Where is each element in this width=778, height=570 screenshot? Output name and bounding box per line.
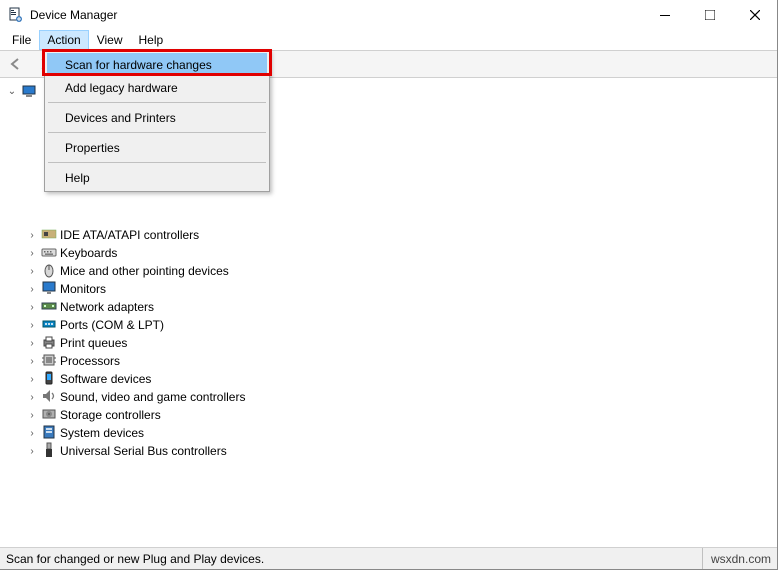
menu-view[interactable]: View bbox=[89, 30, 131, 50]
close-button[interactable] bbox=[732, 0, 777, 30]
tree-item-label: System devices bbox=[60, 426, 144, 440]
tree-item[interactable]: › Software devices bbox=[6, 370, 777, 388]
tree-item[interactable]: › Storage controllers bbox=[6, 406, 777, 424]
tree-item[interactable]: › Processors bbox=[6, 352, 777, 370]
menu-action[interactable]: Action bbox=[39, 30, 88, 50]
status-text: Scan for changed or new Plug and Play de… bbox=[6, 552, 264, 566]
collapse-icon[interactable]: ⌄ bbox=[6, 85, 18, 97]
tree-item-label: Sound, video and game controllers bbox=[60, 390, 245, 404]
expand-icon[interactable]: › bbox=[26, 445, 38, 457]
tree-item-label: Network adapters bbox=[60, 300, 154, 314]
usb-icon bbox=[41, 442, 57, 461]
menu-item[interactable]: Add legacy hardware bbox=[47, 76, 267, 99]
tree-item[interactable]: › Keyboards bbox=[6, 244, 777, 262]
expand-icon[interactable]: › bbox=[26, 229, 38, 241]
menu-help[interactable]: Help bbox=[131, 30, 172, 50]
port-icon bbox=[41, 316, 57, 335]
tree-item-label: Monitors bbox=[60, 282, 106, 296]
system-icon bbox=[41, 424, 57, 443]
tree-item[interactable]: › Mice and other pointing devices bbox=[6, 262, 777, 280]
menu-item[interactable]: Help bbox=[47, 166, 267, 189]
back-button[interactable] bbox=[4, 52, 28, 76]
expand-icon[interactable]: › bbox=[26, 301, 38, 313]
expand-icon[interactable]: › bbox=[26, 265, 38, 277]
tree-item[interactable]: › Print queues bbox=[6, 334, 777, 352]
expand-icon[interactable]: › bbox=[26, 319, 38, 331]
tree-item-label: Universal Serial Bus controllers bbox=[60, 444, 227, 458]
expand-icon[interactable]: › bbox=[26, 337, 38, 349]
printer-icon bbox=[41, 334, 57, 353]
menu-item[interactable]: Scan for hardware changes bbox=[47, 53, 267, 76]
tree-item-label: Print queues bbox=[60, 336, 127, 350]
tree-item-label: Ports (COM & LPT) bbox=[60, 318, 164, 332]
expand-icon[interactable]: › bbox=[26, 427, 38, 439]
status-bar: Scan for changed or new Plug and Play de… bbox=[0, 547, 777, 569]
storage-icon bbox=[41, 406, 57, 425]
tree-item-label: Processors bbox=[60, 354, 120, 368]
tree-item[interactable]: › Monitors bbox=[6, 280, 777, 298]
mouse-icon bbox=[41, 262, 57, 281]
tree-item[interactable]: › IDE ATA/ATAPI controllers bbox=[6, 226, 777, 244]
tree-item-label: Software devices bbox=[60, 372, 151, 386]
expand-icon[interactable]: › bbox=[26, 409, 38, 421]
network-icon bbox=[41, 298, 57, 317]
expand-icon[interactable]: › bbox=[26, 391, 38, 403]
menu-item[interactable]: Devices and Printers bbox=[47, 106, 267, 129]
minimize-button[interactable] bbox=[642, 0, 687, 30]
maximize-button[interactable] bbox=[687, 0, 732, 30]
tree-item-label: Mice and other pointing devices bbox=[60, 264, 229, 278]
tree-item-label: Keyboards bbox=[60, 246, 117, 260]
tree-item[interactable]: › Sound, video and game controllers bbox=[6, 388, 777, 406]
software-icon bbox=[41, 370, 57, 389]
menu-item[interactable]: Properties bbox=[47, 136, 267, 159]
status-right: wsxdn.com bbox=[702, 548, 771, 569]
expand-icon[interactable]: › bbox=[26, 247, 38, 259]
title-bar: Device Manager bbox=[0, 0, 777, 30]
keyboard-icon bbox=[41, 244, 57, 263]
cpu-icon bbox=[41, 352, 57, 371]
window-title: Device Manager bbox=[30, 8, 642, 22]
menu-separator bbox=[48, 162, 266, 163]
app-icon bbox=[8, 7, 24, 23]
expand-icon[interactable]: › bbox=[26, 373, 38, 385]
sound-icon bbox=[41, 388, 57, 407]
menu-separator bbox=[48, 102, 266, 103]
tree-item[interactable]: › System devices bbox=[6, 424, 777, 442]
menu-file[interactable]: File bbox=[4, 30, 39, 50]
tree-item[interactable]: › Network adapters bbox=[6, 298, 777, 316]
tree-item[interactable]: › Ports (COM & LPT) bbox=[6, 316, 777, 334]
ide-icon bbox=[41, 226, 57, 245]
tree-item-label: IDE ATA/ATAPI controllers bbox=[60, 228, 199, 242]
tree-item-label: Storage controllers bbox=[60, 408, 161, 422]
tree-item[interactable]: › Universal Serial Bus controllers bbox=[6, 442, 777, 460]
expand-icon[interactable]: › bbox=[26, 283, 38, 295]
expand-icon[interactable]: › bbox=[26, 355, 38, 367]
menu-bar: File Action View Help bbox=[0, 30, 777, 50]
action-menu: Scan for hardware changesAdd legacy hard… bbox=[44, 50, 270, 192]
monitor-icon bbox=[41, 280, 57, 299]
computer-icon bbox=[21, 83, 37, 99]
menu-separator bbox=[48, 132, 266, 133]
